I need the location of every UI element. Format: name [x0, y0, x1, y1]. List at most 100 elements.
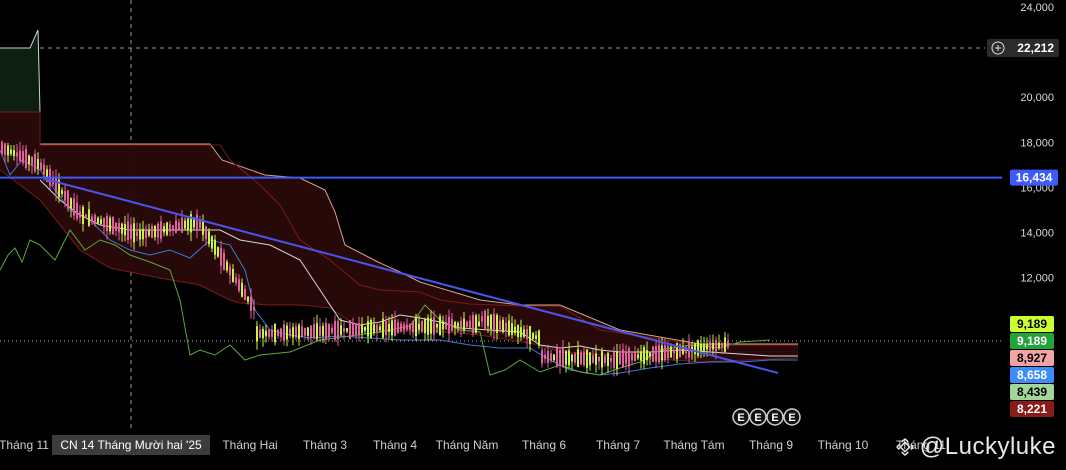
candle-body [37, 159, 39, 169]
candle-body [673, 349, 675, 354]
candle-body [376, 324, 378, 333]
candle-body [217, 247, 219, 257]
candle-body [94, 215, 96, 225]
candle-body [382, 318, 384, 338]
candle-body [211, 236, 213, 249]
candle-body [604, 355, 606, 363]
candle-body [349, 320, 351, 340]
candle-body [277, 330, 279, 336]
candle-body [115, 222, 117, 231]
candle-body [148, 229, 150, 236]
candle-body [346, 328, 348, 332]
kumo-bull-area [0, 30, 40, 112]
candle-body [247, 296, 249, 302]
candle-body [226, 261, 228, 271]
candle-body [718, 342, 720, 349]
candle-body [553, 354, 555, 360]
candle-body [649, 352, 651, 357]
candle-body [175, 220, 177, 233]
candle-body [292, 327, 294, 338]
x-tick-label: Tháng 7 [596, 438, 640, 452]
candle-body [388, 323, 390, 332]
x-axis[interactable]: Tháng 11 Tháng Hai Tháng 3 Tháng 4 Tháng Năm… [0, 435, 946, 455]
candle-body [514, 326, 516, 334]
candle-body [667, 346, 669, 359]
candle-body [490, 314, 492, 330]
candle-body [442, 321, 444, 330]
price-badge-label: 8,927 [1017, 351, 1047, 365]
candle-body [484, 310, 486, 329]
price-chart[interactable]: 24,00020,00018,00016,00014,00012,000 Thá… [0, 0, 1066, 465]
candle-body [661, 345, 663, 361]
candle-body [238, 279, 240, 291]
candle-body [4, 143, 6, 155]
candle-body [205, 226, 207, 240]
candle-body [70, 198, 72, 209]
candle-body [130, 224, 132, 239]
candle-body [244, 288, 246, 301]
candle-body [106, 216, 108, 232]
candle-body [1, 141, 3, 154]
candle-body [631, 353, 633, 361]
candle-body [181, 217, 183, 233]
candle-body [196, 214, 198, 230]
watermark-text: @Luckyluke [919, 433, 1056, 460]
candle-body [112, 216, 114, 235]
candle-body [232, 269, 234, 283]
chart-root[interactable]: 24,000 20,000 18,000 16,000 14,000 12,000 Thá… [0, 0, 1066, 465]
candle-body [448, 316, 450, 334]
candle-body [229, 266, 231, 276]
candle-body [508, 320, 510, 336]
candle-body [580, 352, 582, 365]
candle-body [583, 351, 585, 366]
candle-body [547, 350, 549, 363]
candle-body [664, 345, 666, 361]
candle-body [562, 348, 564, 367]
candle-body [727, 341, 729, 348]
x-tick-label: Tháng 10 [818, 438, 869, 452]
candle-body [223, 252, 225, 270]
candle-body [613, 351, 615, 369]
candle-body [100, 219, 102, 224]
crosshair-date-label: CN 14 Tháng Mười hai '25 [60, 438, 202, 452]
price-badge-label: 9,189 [1017, 334, 1047, 348]
candle-body [571, 354, 573, 362]
candle-body [406, 324, 408, 330]
candle-body [598, 356, 600, 362]
candle-body [250, 296, 252, 311]
candle-body [589, 352, 591, 366]
candle-body [85, 214, 87, 219]
candle-body [715, 339, 717, 352]
candle-body [370, 320, 372, 338]
candle-body [511, 323, 513, 335]
candle-body [268, 329, 270, 337]
candle-body [28, 155, 30, 165]
candle-body [34, 153, 36, 172]
candle-body [628, 348, 630, 367]
candle-body [331, 328, 333, 333]
candle-body [43, 164, 45, 175]
candle-body [430, 318, 432, 334]
candle-body [7, 145, 9, 156]
candle-body [706, 344, 708, 350]
event-markers[interactable]: EEEE [732, 408, 801, 426]
x-tick-label: Tháng 11 [0, 438, 49, 452]
candle-body [187, 218, 189, 230]
candle-body [22, 151, 24, 164]
candle-body [262, 328, 264, 339]
candle-body [544, 354, 546, 359]
candle-body [451, 319, 453, 332]
candle-body [289, 328, 291, 337]
candle-body [154, 225, 156, 238]
candle-body [712, 342, 714, 350]
candle-body [46, 169, 48, 178]
candle-body [307, 327, 309, 336]
candle-body [433, 317, 435, 335]
candle-body [145, 228, 147, 239]
candle-body [424, 319, 426, 334]
candle-body [700, 344, 702, 352]
candle-body [502, 319, 504, 333]
candle-body [538, 330, 540, 346]
candle-body [652, 346, 654, 362]
candle-body [271, 329, 273, 337]
